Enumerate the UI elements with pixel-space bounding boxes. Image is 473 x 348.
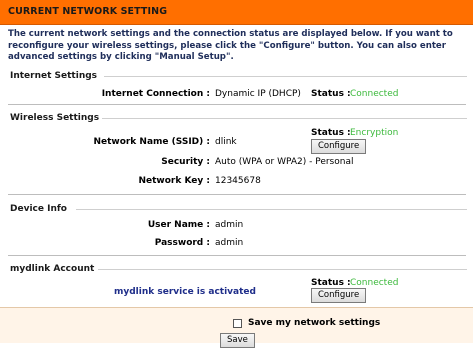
wireless-section-bottom bbox=[8, 194, 466, 195]
wireless-status-label: Status : bbox=[311, 128, 351, 138]
network-key-value: 12345678 bbox=[215, 176, 261, 186]
intro-text: The current network settings and the con… bbox=[8, 29, 453, 62]
internet-status-value: Connected bbox=[350, 89, 399, 99]
password-label: Password : bbox=[154, 238, 210, 248]
internet-connection-label: Internet Connection : bbox=[101, 89, 210, 99]
mydlink-section-divider bbox=[98, 269, 467, 270]
wireless-status-value: Encryption bbox=[350, 128, 399, 138]
device-section-divider bbox=[76, 209, 467, 210]
mydlink-status-value: Connected bbox=[350, 278, 399, 288]
page-header: CURRENT NETWORK SETTING bbox=[0, 0, 473, 25]
mydlink-service-text: mydlink service is activated bbox=[114, 287, 256, 297]
mydlink-configure-button[interactable]: Configure bbox=[311, 288, 367, 303]
internet-section-bottom bbox=[8, 104, 466, 105]
network-key-label: Network Key : bbox=[138, 176, 210, 186]
internet-section-divider bbox=[104, 76, 467, 77]
device-section-title: Device Info bbox=[10, 204, 67, 214]
wireless-configure-button[interactable]: Configure bbox=[311, 139, 367, 154]
security-label: Security : bbox=[161, 157, 210, 167]
mydlink-section-title: mydlink Account bbox=[10, 264, 95, 274]
ssid-label: Network Name (SSID) : bbox=[93, 137, 210, 147]
mydlink-status-label: Status : bbox=[311, 278, 351, 288]
footer-divider bbox=[0, 307, 473, 308]
page-title: CURRENT NETWORK SETTING bbox=[8, 6, 168, 17]
internet-section-title: Internet Settings bbox=[10, 71, 98, 81]
internet-connection-value: Dynamic IP (DHCP) bbox=[215, 89, 301, 99]
save-button[interactable]: Save bbox=[220, 333, 255, 348]
wireless-section-divider bbox=[102, 118, 467, 119]
ssid-value: dlink bbox=[215, 137, 237, 147]
security-value: Auto (WPA or WPA2) - Personal bbox=[215, 157, 354, 167]
save-settings-checkbox[interactable] bbox=[233, 319, 242, 328]
username-label: User Name : bbox=[147, 220, 210, 230]
save-settings-label: Save my network settings bbox=[248, 318, 381, 328]
internet-status-label: Status : bbox=[311, 89, 351, 99]
username-value: admin bbox=[215, 220, 244, 230]
password-value: admin bbox=[215, 238, 244, 248]
wireless-section-title: Wireless Settings bbox=[10, 113, 100, 123]
device-section-bottom bbox=[8, 255, 466, 256]
